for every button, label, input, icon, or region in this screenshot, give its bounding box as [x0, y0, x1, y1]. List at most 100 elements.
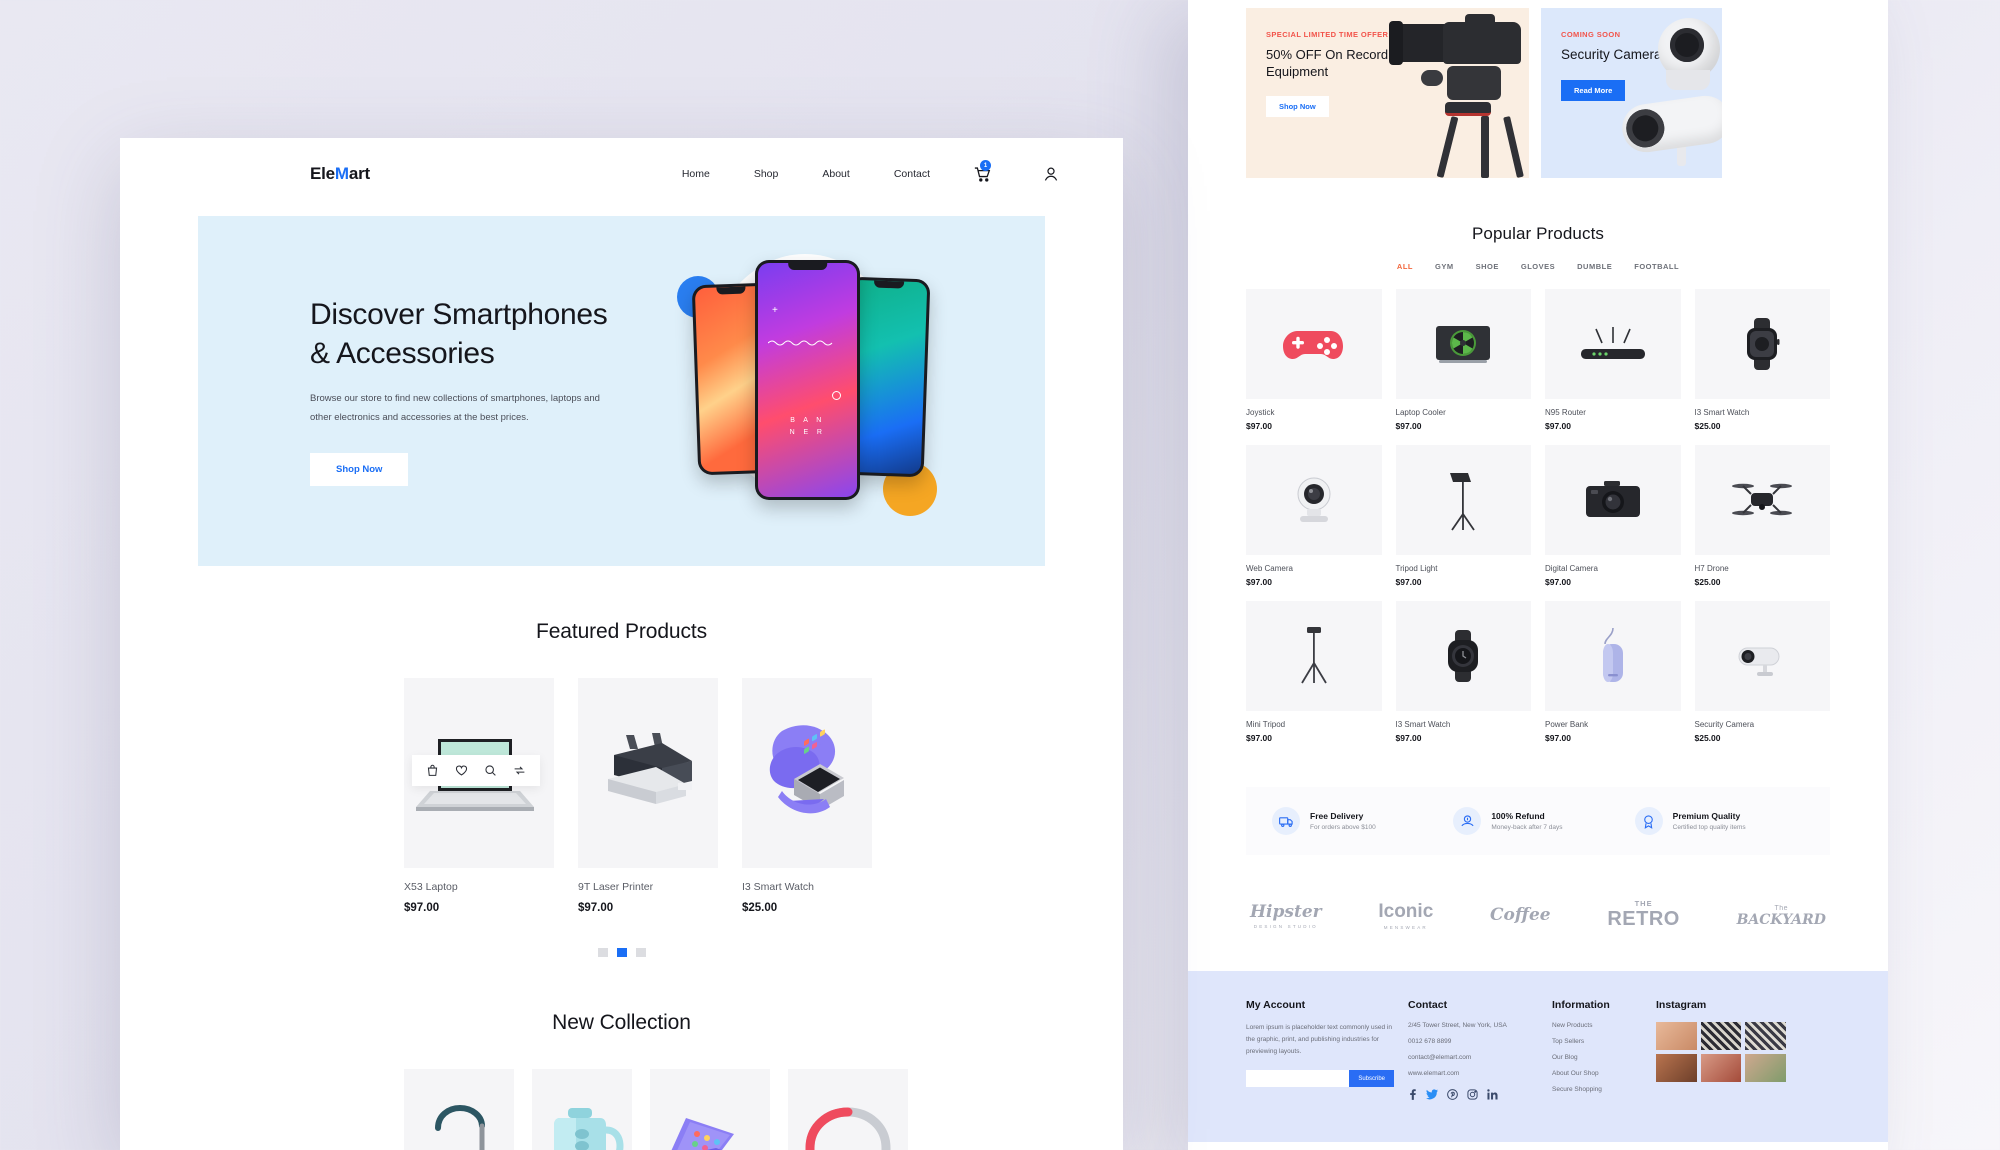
mini-tripod-icon	[1246, 601, 1382, 711]
footer-link-top-sellers[interactable]: Top Sellers	[1552, 1038, 1642, 1045]
pinterest-icon[interactable]	[1447, 1089, 1458, 1100]
product-card[interactable]: I3 Smart Watch $25.00	[1694, 289, 1830, 431]
footer-link-our-blog[interactable]: Our Blog	[1552, 1054, 1642, 1061]
delivery-truck-icon	[1272, 807, 1300, 835]
filter-tab-dumble[interactable]: DUMBLE	[1577, 262, 1612, 271]
filter-tab-shoe[interactable]: SHOE	[1476, 262, 1499, 271]
new-collection-grid	[120, 1069, 1123, 1150]
contact-phone[interactable]: 0012 678 8899	[1408, 1038, 1538, 1045]
contact-email[interactable]: contact@elemart.com	[1408, 1054, 1538, 1061]
main-navigation[interactable]: Home Shop About Contact 1	[682, 160, 1059, 182]
promo-banner-recording-equipment[interactable]: SPECIAL LIMITED TIME OFFER 50% OFF On Re…	[1246, 8, 1529, 178]
carousel-dot-1[interactable]	[597, 948, 608, 957]
linkedin-icon[interactable]	[1487, 1089, 1498, 1100]
instagram-thumb[interactable]	[1700, 1054, 1742, 1082]
filter-tab-football[interactable]: FOOTBALL	[1634, 262, 1679, 271]
instagram-thumb[interactable]	[1745, 1022, 1786, 1050]
product-name: H7 Drone	[1694, 564, 1729, 573]
instagram-thumb[interactable]	[1700, 1022, 1742, 1050]
product-card[interactable]	[404, 1069, 514, 1150]
footer-link-about-our-shop[interactable]: About Our Shop	[1552, 1070, 1642, 1077]
nav-item-about[interactable]: About	[822, 168, 849, 180]
refund-hand-icon	[1453, 807, 1482, 835]
brand-logo-coffee: Coffee	[1490, 905, 1551, 925]
twitter-icon[interactable]	[1426, 1089, 1438, 1100]
feature-free-delivery: Free Delivery For orders above $100	[1272, 807, 1441, 835]
featured-products-grid: X53 Laptop $97.00 9T Laser Printer $97.0…	[120, 678, 1123, 914]
social-links[interactable]	[1408, 1089, 1538, 1100]
instagram-thumb[interactable]	[1745, 1054, 1786, 1082]
smartwatch-icon	[1395, 601, 1531, 711]
carousel-pagination[interactable]	[120, 948, 1123, 957]
product-card[interactable]: Laptop Cooler $97.00	[1395, 289, 1531, 431]
product-card[interactable]: Power Bank $97.00	[1545, 601, 1681, 743]
nav-item-contact[interactable]: Contact	[894, 168, 930, 180]
hero-paragraph: Browse our store to find new collections…	[310, 392, 600, 423]
squiggle-decoration-icon	[768, 340, 833, 346]
logo-checkmark-icon: M	[334, 164, 349, 183]
hero-banner: Discover Smartphones & Accessories Browse…	[198, 216, 1045, 566]
product-hover-actions[interactable]	[412, 755, 540, 786]
shopping-cart-icon[interactable]: 1	[974, 160, 991, 182]
product-card[interactable]: X53 Laptop $97.00	[404, 678, 554, 914]
product-card[interactable]: N95 Router $97.00	[1545, 289, 1681, 431]
dslr-camera-tripod-icon	[1385, 8, 1529, 178]
contact-address: 2/45 Tower Street, New York, USA	[1408, 1022, 1507, 1029]
smartwatch-icon	[742, 678, 872, 868]
product-price: $25.00	[742, 902, 778, 914]
right-page-mockup: SPECIAL LIMITED TIME OFFER 50% OFF On Re…	[1188, 0, 1888, 1150]
promo-banner-security-cameras[interactable]: COMING SOON Security Cameras Read More	[1541, 8, 1722, 178]
product-card[interactable]: H7 Drone $25.00	[1694, 445, 1830, 587]
user-account-icon[interactable]	[1043, 166, 1059, 182]
instagram-thumb[interactable]	[1656, 1022, 1697, 1050]
router-icon	[1545, 289, 1681, 399]
product-price: $97.00	[1246, 421, 1272, 431]
popular-products-grid: Joystick $97.00 Laptop Cooler $97.00 N95…	[1188, 289, 1888, 743]
filter-tab-all[interactable]: ALL	[1397, 262, 1413, 271]
promo-shop-now-button[interactable]: Shop Now	[1266, 96, 1329, 118]
feature-subtitle: Certified top quality items	[1672, 824, 1746, 831]
hero-heading-line1: Discover Smartphones	[310, 298, 608, 332]
carousel-dot-3[interactable]	[635, 948, 646, 957]
product-card[interactable]	[532, 1069, 632, 1150]
product-card[interactable]: I3 Smart Watch $25.00	[742, 678, 872, 914]
product-card[interactable]: Web Camera $97.00	[1246, 445, 1382, 587]
product-card[interactable]: Joystick $97.00	[1246, 289, 1382, 431]
product-card[interactable]: 9T Laser Printer $97.00	[578, 678, 718, 914]
smartwatch-icon	[1694, 289, 1830, 399]
hero-shop-now-button[interactable]: Shop Now	[310, 452, 409, 486]
product-card[interactable]: Tripod Light $97.00	[1395, 445, 1531, 587]
add-to-cart-icon[interactable]	[426, 764, 439, 777]
facebook-icon[interactable]	[1408, 1089, 1417, 1100]
footer-link-secure-shopping[interactable]: Secure Shopping	[1552, 1086, 1642, 1093]
product-card[interactable]	[788, 1069, 908, 1150]
product-card[interactable]: Security Camera $25.00	[1694, 601, 1830, 743]
newsletter-form[interactable]: Subscribe	[1246, 1070, 1394, 1088]
promo-banner-row: SPECIAL LIMITED TIME OFFER 50% OFF On Re…	[1188, 0, 1888, 178]
product-card[interactable]: Mini Tripod $97.00	[1246, 601, 1382, 743]
product-card[interactable]	[650, 1069, 770, 1150]
product-card[interactable]: Digital Camera $97.00	[1545, 445, 1681, 587]
quick-view-search-icon[interactable]	[484, 764, 497, 777]
footer: My Account Lorem ipsum is placeholder te…	[1188, 971, 1888, 1142]
instagram-icon[interactable]	[1467, 1089, 1478, 1100]
filter-tab-gym[interactable]: GYM	[1435, 262, 1454, 271]
contact-website[interactable]: www.elemart.com	[1408, 1070, 1538, 1077]
nav-item-home[interactable]: Home	[682, 168, 710, 180]
nav-item-shop[interactable]: Shop	[754, 168, 779, 180]
site-logo[interactable]: EleMart	[310, 164, 370, 184]
instagram-thumb[interactable]	[1656, 1054, 1697, 1082]
footer-link-new-products[interactable]: New Products	[1552, 1022, 1642, 1029]
wishlist-heart-icon[interactable]	[455, 764, 468, 777]
subscribe-button[interactable]: Subscribe	[1349, 1070, 1394, 1088]
filter-tab-gloves[interactable]: GLOVES	[1521, 262, 1555, 271]
newsletter-email-input[interactable]	[1246, 1070, 1350, 1088]
brand-tagline: THE	[1634, 899, 1653, 908]
carousel-dot-2-active[interactable]	[616, 948, 627, 957]
product-filter-tabs[interactable]: ALL GYM SHOE GLOVES DUMBLE FOOTBALL	[1188, 262, 1888, 271]
product-card[interactable]: I3 Smart Watch $97.00	[1395, 601, 1531, 743]
security-cameras-icon	[1612, 8, 1722, 178]
product-price: $97.00	[578, 902, 614, 914]
featured-products-title: Featured Products	[535, 620, 708, 643]
compare-icon[interactable]	[513, 764, 526, 777]
